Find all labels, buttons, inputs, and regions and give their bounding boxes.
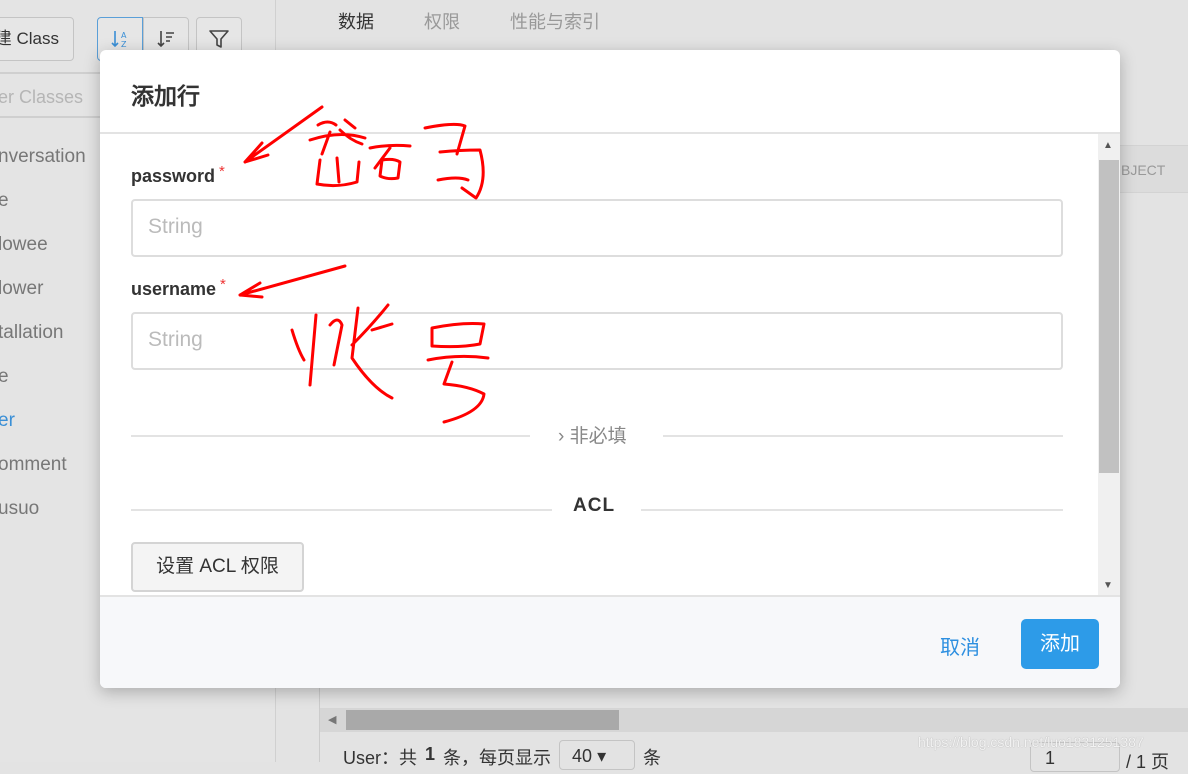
watermark: https://blog.csdn.net/luo1831251387 (918, 734, 1144, 750)
main-tabs: 数据 权限 性能与索引 (338, 8, 600, 34)
dialog-body: password * String username * String › 非必填 … (100, 134, 1120, 595)
class-item-active[interactable]: er (0, 404, 86, 448)
divider (319, 688, 320, 762)
username-label-text: username (131, 279, 217, 299)
optional-fields-divider: › 非必填 (131, 426, 1063, 447)
column-header[interactable]: BJECT (1121, 162, 1165, 178)
class-item[interactable]: nversation (0, 140, 86, 184)
set-acl-button[interactable]: 设置 ACL 权限 (131, 542, 304, 592)
class-list: nversation e lowee lower tallation e er … (0, 140, 86, 536)
scroll-down-icon[interactable]: ▼ (1103, 580, 1113, 591)
pager-prefix: User：共 (343, 748, 418, 768)
pager-suffix: 条 (643, 748, 662, 768)
class-item[interactable]: lowee (0, 228, 86, 272)
class-item[interactable]: tallation (0, 316, 86, 360)
scroll-up-icon[interactable]: ▲ (1103, 140, 1113, 151)
tab-data[interactable]: 数据 (338, 8, 374, 34)
optional-label: 非必填 (569, 426, 627, 447)
class-item[interactable]: usuo (0, 492, 86, 536)
acl-divider: ACL (131, 495, 1063, 516)
dialog-title: 添加行 (100, 50, 1120, 134)
create-class-button[interactable]: 建 Class (0, 17, 74, 61)
username-label: username * (131, 276, 226, 300)
acl-heading: ACL (573, 495, 616, 516)
horizontal-scrollbar[interactable]: ◀ (320, 708, 1188, 732)
class-item[interactable]: omment (0, 448, 86, 492)
required-marker: * (220, 276, 226, 293)
class-item[interactable]: e (0, 360, 86, 404)
dialog-scrollbar[interactable]: ▲ ▼ (1098, 134, 1120, 595)
sort-az-icon: AZ (111, 31, 127, 49)
scrollbar-thumb[interactable] (346, 710, 619, 730)
tab-performance-index[interactable]: 性能与索引 (510, 8, 600, 34)
chevron-right-icon: › (558, 426, 565, 447)
tab-permissions[interactable]: 权限 (424, 8, 460, 34)
username-input[interactable]: String (131, 312, 1063, 370)
sort-lines-icon (157, 31, 174, 48)
add-row-dialog: 添加行 password * String username * String › … (100, 50, 1120, 688)
password-input[interactable]: String (131, 199, 1063, 257)
class-item[interactable]: lower (0, 272, 86, 316)
svg-text:A: A (121, 31, 127, 40)
pagination-info: User：共 1 条，每页显示 40 ▾ 条 (343, 740, 662, 770)
svg-text:Z: Z (121, 40, 127, 49)
page-size-select[interactable]: 40 ▾ (559, 740, 636, 770)
class-item[interactable]: e (0, 184, 86, 228)
dialog-footer: 取消 添加 (100, 595, 1120, 688)
password-label-text: password (131, 166, 216, 186)
filter-icon (209, 30, 229, 48)
page-size-value: 40 (572, 746, 593, 766)
pager-mid: 条，每页显示 (443, 748, 552, 768)
optional-fields-toggle[interactable]: › 非必填 (558, 421, 627, 448)
scroll-left-icon[interactable]: ◀ (328, 713, 336, 726)
page-total: / 1 页 (1126, 752, 1170, 772)
add-button[interactable]: 添加 (1021, 619, 1099, 669)
required-marker: * (219, 163, 225, 180)
password-label: password * (131, 163, 225, 187)
cancel-button[interactable]: 取消 (940, 631, 980, 660)
scrollbar-thumb[interactable] (1099, 160, 1119, 473)
